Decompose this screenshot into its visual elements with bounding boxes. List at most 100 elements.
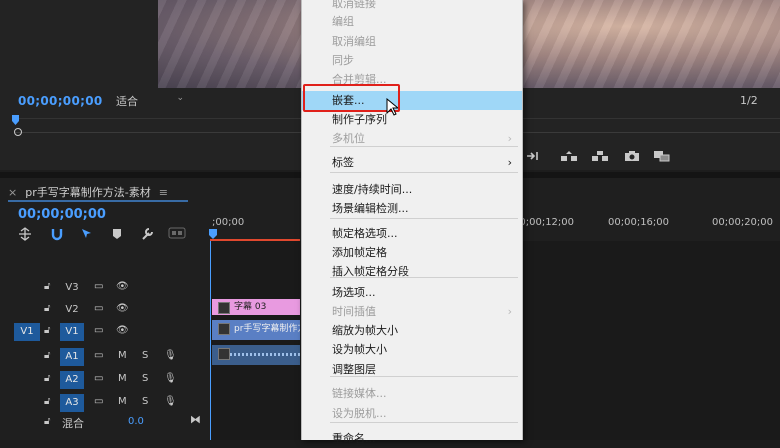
mute-button[interactable]: M xyxy=(118,396,127,407)
track-label[interactable]: V2 xyxy=(60,301,84,319)
menu-item[interactable]: 添加帧定格 xyxy=(302,243,522,262)
sync-lock-icon[interactable]: ▭ xyxy=(94,350,103,361)
lock-icon[interactable]: 🔓︎ xyxy=(44,325,50,336)
menu-item-label: 标签 xyxy=(332,156,354,169)
sync-lock-icon[interactable]: ▭ xyxy=(94,303,103,314)
sync-lock-icon[interactable]: ▭ xyxy=(94,281,103,292)
track-label[interactable]: A2 xyxy=(60,371,84,389)
track-header-v1: V1 🔓︎ V1 ▭ 👁︎ xyxy=(0,321,210,343)
chevron-right-icon: › xyxy=(507,156,512,169)
menu-item-label: 缩放为帧大小 xyxy=(332,324,398,337)
camera-icon[interactable] xyxy=(623,150,641,162)
microphone-icon[interactable]: 🎙︎ xyxy=(164,350,177,361)
resolution-select[interactable]: 1/2 xyxy=(740,94,758,107)
captions-icon[interactable] xyxy=(168,227,186,241)
snap-magnet-icon[interactable] xyxy=(50,227,64,241)
mix-volume-value[interactable]: 0.0 xyxy=(128,416,144,427)
menu-item-label: 设为脱机... xyxy=(332,407,387,420)
lock-icon[interactable]: 🔓︎ xyxy=(44,303,50,314)
audio-clip[interactable] xyxy=(212,345,300,365)
eye-icon[interactable]: 👁︎ xyxy=(116,281,129,292)
sync-lock-icon[interactable]: ▭ xyxy=(94,373,103,384)
lock-icon[interactable]: 🔓︎ xyxy=(44,373,50,384)
menu-item[interactable]: 标签 › xyxy=(302,153,522,172)
menu-item[interactable]: 设为帧大小 xyxy=(302,340,522,359)
clip-label: pr手写字幕制作方法 xyxy=(234,324,300,334)
menu-item[interactable]: 制作子序列 xyxy=(302,110,522,129)
marker-icon[interactable] xyxy=(110,227,124,241)
ruler-label: 00;00;20;00 xyxy=(712,217,774,228)
eye-icon[interactable]: 👁︎ xyxy=(116,303,129,314)
menu-item[interactable]: 场选项... xyxy=(302,283,522,302)
fx-badge-icon xyxy=(218,348,230,360)
menu-item-label: 时间插值 xyxy=(332,305,376,318)
linked-selection-icon[interactable] xyxy=(80,227,94,241)
menu-item[interactable]: 重命名... xyxy=(302,429,522,448)
sync-lock-icon[interactable]: ▭ xyxy=(94,325,103,336)
menu-item[interactable]: 缩放为帧大小 xyxy=(302,321,522,340)
menu-item[interactable]: 时间插值 › xyxy=(302,302,522,321)
mix-track-label: 混合 xyxy=(62,417,84,430)
solo-button[interactable]: S xyxy=(142,396,148,407)
source-patch-v1[interactable]: V1 xyxy=(14,323,40,341)
menu-item-label: 调整图层 xyxy=(332,363,376,376)
menu-item[interactable]: 速度/持续时间... xyxy=(302,180,522,199)
step-forward-icon[interactable] xyxy=(524,150,542,162)
lift-icon[interactable] xyxy=(560,150,578,162)
video-clip[interactable]: pr手写字幕制作方法 xyxy=(212,320,300,340)
fx-badge-icon xyxy=(218,323,230,335)
timeline-timecode[interactable]: 00;00;00;00 xyxy=(18,207,106,222)
monitor-timecode[interactable]: 00;00;00;00 xyxy=(18,94,103,108)
menu-item-label: 编组 xyxy=(332,15,354,28)
track-label[interactable]: V1 xyxy=(60,323,84,341)
solo-button[interactable]: S xyxy=(142,373,148,384)
menu-item-label: 同步 xyxy=(332,54,354,67)
track-header-v3: 🔓︎ V3 ▭ 👁︎ xyxy=(0,277,210,299)
fx-badge-icon xyxy=(218,302,230,314)
mute-button[interactable]: M xyxy=(118,373,127,384)
menu-item[interactable]: 插入帧定格分段 xyxy=(302,262,522,281)
microphone-icon[interactable]: 🎙︎ xyxy=(164,373,177,384)
nest-toggle-icon[interactable] xyxy=(18,227,32,241)
work-area-bar[interactable] xyxy=(210,239,300,241)
sync-lock-icon[interactable]: ▭ xyxy=(94,396,103,407)
menu-item-label: 添加帧定格 xyxy=(332,246,387,259)
panel-menu-icon[interactable]: ≡ xyxy=(159,186,168,199)
menu-item-label: 场选项... xyxy=(332,286,376,299)
title-clip[interactable]: 字幕 03 xyxy=(212,299,300,315)
menu-separator xyxy=(330,277,518,278)
lock-icon[interactable]: 🔓︎ xyxy=(44,281,50,292)
menu-item[interactable]: 同步 xyxy=(302,51,522,70)
solo-button[interactable]: S xyxy=(142,350,148,361)
track-header-a2: 🔓︎ A2 ▭ M S 🎙︎ xyxy=(0,369,210,391)
menu-item[interactable]: 帧定格选项... xyxy=(302,224,522,243)
zoom-handle-icon[interactable] xyxy=(14,128,22,136)
menu-item[interactable]: 链接媒体... xyxy=(302,384,522,403)
ruler-label: ;00;00 xyxy=(212,217,245,228)
track-label[interactable]: A1 xyxy=(60,348,84,366)
track-label[interactable]: A3 xyxy=(60,394,84,412)
menu-item[interactable]: 编组 xyxy=(302,12,522,31)
close-icon[interactable]: × xyxy=(8,186,17,199)
mute-button[interactable]: M xyxy=(118,350,127,361)
lock-icon[interactable]: 🔓︎ xyxy=(44,350,50,361)
sequence-name: pr手写字幕制作方法-素材 xyxy=(25,186,151,199)
extract-icon[interactable] xyxy=(591,150,609,162)
track-label[interactable]: V3 xyxy=(60,279,84,297)
menu-item[interactable]: 设为脱机... xyxy=(302,404,522,423)
compare-view-icon[interactable] xyxy=(653,150,671,162)
fit-zoom-select[interactable]: 适合 ⌄ xyxy=(116,93,186,109)
track-header-a3: 🔓︎ A3 ▭ M S 🎙︎ xyxy=(0,392,210,414)
audio-waveform xyxy=(230,353,300,356)
menu-item[interactable]: 场景编辑检测... xyxy=(302,199,522,218)
eye-icon[interactable]: 👁︎ xyxy=(116,325,129,336)
lock-icon[interactable]: 🔓︎ xyxy=(44,396,50,407)
lock-icon[interactable]: 🔓︎ xyxy=(44,416,50,427)
menu-item-label: 速度/持续时间... xyxy=(332,183,413,196)
sequence-tab[interactable]: × pr手写字幕制作方法-素材 ≡ xyxy=(8,184,168,200)
menu-item[interactable]: 取消编组 xyxy=(302,32,522,51)
microphone-icon[interactable]: 🎙︎ xyxy=(164,396,177,407)
wrench-icon[interactable] xyxy=(140,227,154,241)
go-to-end-icon[interactable]: ⧓ xyxy=(190,413,201,426)
chevron-down-icon: ⌄ xyxy=(176,93,184,103)
